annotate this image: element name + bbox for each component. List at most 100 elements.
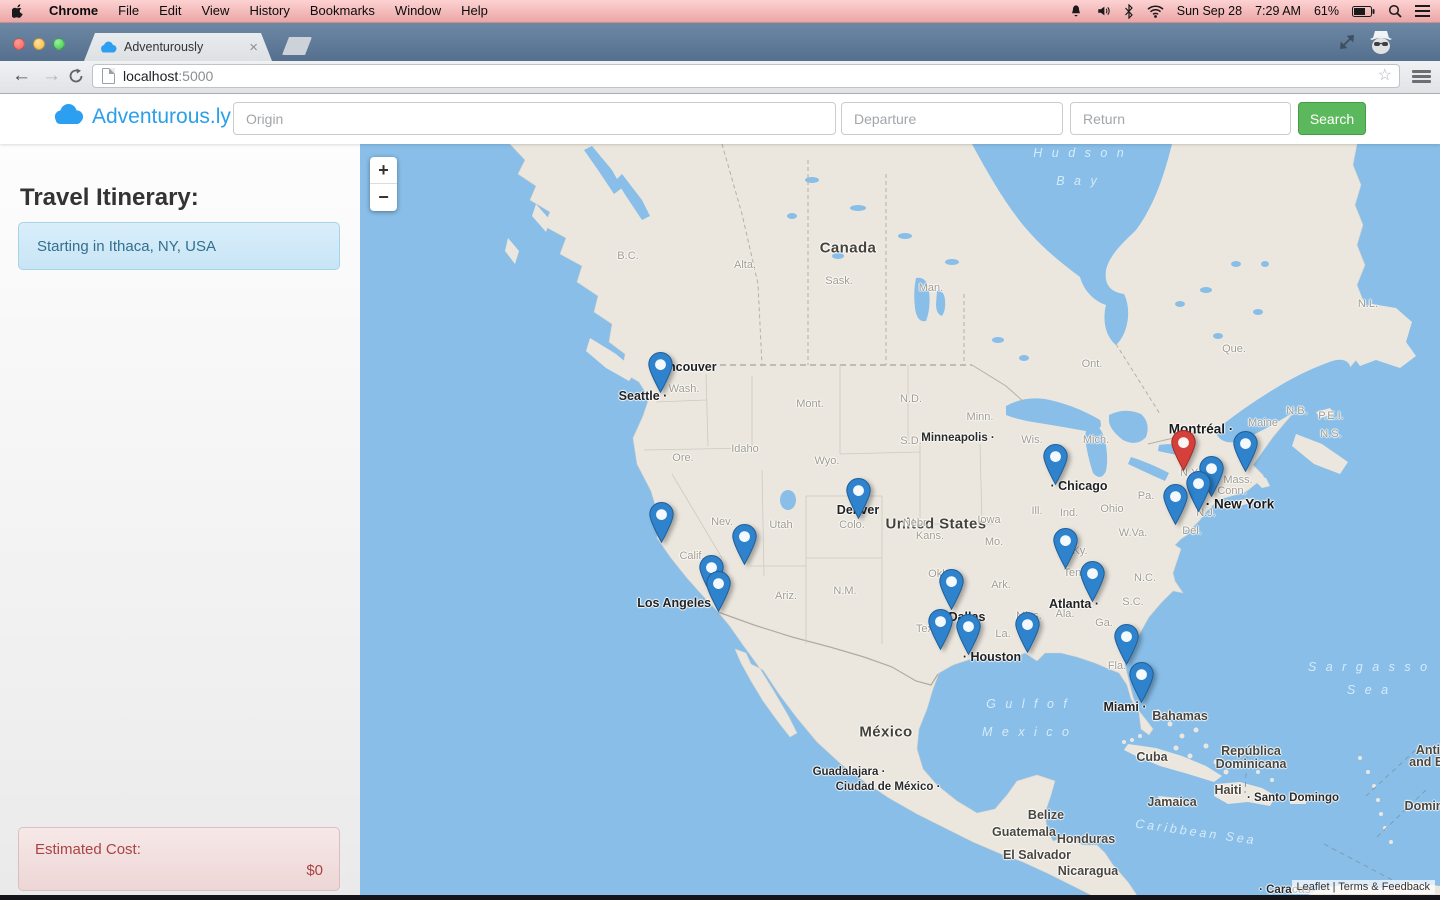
zoom-out-button[interactable]: − bbox=[370, 184, 397, 211]
back-button[interactable]: ← bbox=[12, 64, 31, 88]
map-label: Dominicana bbox=[1215, 757, 1287, 771]
map-label: Nebr. bbox=[902, 517, 930, 529]
map-marker[interactable] bbox=[1042, 443, 1068, 486]
new-tab-button[interactable] bbox=[282, 37, 312, 55]
map-marker[interactable] bbox=[1014, 611, 1040, 654]
map-label: Canada bbox=[819, 239, 877, 257]
departure-input[interactable] bbox=[841, 102, 1063, 135]
map-marker[interactable] bbox=[648, 501, 674, 544]
map-label: Mich. bbox=[1082, 434, 1110, 446]
map-marker[interactable] bbox=[1128, 661, 1154, 704]
apple-menu-icon[interactable] bbox=[12, 3, 25, 19]
map-marker-origin[interactable] bbox=[1170, 429, 1196, 472]
map-label: B.C. bbox=[617, 250, 639, 262]
notification-bell-icon[interactable] bbox=[1069, 4, 1083, 19]
map-label: G u l f o f bbox=[986, 697, 1070, 711]
map-label: N.D. bbox=[900, 393, 922, 405]
map-label: República bbox=[1221, 744, 1281, 758]
map-label: Cuba bbox=[1136, 750, 1168, 764]
map-label: N.C. bbox=[1134, 572, 1156, 584]
map-marker[interactable] bbox=[1162, 483, 1188, 526]
menubar-time[interactable]: 7:29 AM bbox=[1255, 4, 1301, 18]
map-label: Que. bbox=[1222, 343, 1246, 355]
map-label: Del. bbox=[1182, 525, 1202, 537]
wifi-icon[interactable] bbox=[1147, 4, 1164, 18]
bookmark-star-icon[interactable]: ☆ bbox=[1378, 68, 1392, 84]
map-label: W.Va. bbox=[1118, 527, 1148, 539]
window-close-button[interactable] bbox=[13, 38, 25, 50]
map-label: Haiti bbox=[1214, 783, 1242, 797]
map-marker[interactable] bbox=[1079, 560, 1105, 603]
menubar-item-window[interactable]: Window bbox=[385, 0, 451, 22]
forward-button[interactable]: → bbox=[42, 64, 61, 88]
brand[interactable]: Adventurous.ly bbox=[53, 104, 231, 130]
battery-icon[interactable] bbox=[1352, 5, 1375, 17]
map-label: Jamaica bbox=[1147, 795, 1197, 809]
map-label: Wash. bbox=[668, 383, 700, 395]
map-label: Guatemala bbox=[992, 825, 1056, 839]
map-label: P.E.I. bbox=[1318, 410, 1344, 422]
map-label: B a y bbox=[1056, 174, 1100, 188]
zoom-in-button[interactable]: + bbox=[370, 157, 397, 184]
chrome-menu-icon[interactable] bbox=[1412, 70, 1431, 83]
bluetooth-icon[interactable] bbox=[1124, 3, 1134, 19]
brand-cloud-icon bbox=[53, 104, 84, 130]
menubar-item-help[interactable]: Help bbox=[451, 0, 498, 22]
page-icon bbox=[102, 68, 115, 84]
tab-title: Adventurously bbox=[124, 40, 204, 54]
itinerary-sidebar: Travel Itinerary: Starting in Ithaca, NY… bbox=[0, 144, 360, 900]
map-label: Mo. bbox=[984, 536, 1004, 548]
map-label: Pa. bbox=[1137, 490, 1155, 502]
volume-icon[interactable] bbox=[1096, 4, 1111, 18]
estimated-cost-box: Estimated Cost: $0 bbox=[18, 827, 340, 891]
map-label: N.S. bbox=[1320, 428, 1342, 440]
map-label: Ind. bbox=[1059, 507, 1079, 519]
map-label: Man. bbox=[918, 282, 944, 294]
window-zoom-button[interactable] bbox=[53, 38, 65, 50]
estimated-cost-label: Estimated Cost: bbox=[35, 841, 141, 858]
map-label: Alta. bbox=[733, 259, 757, 271]
url-port: :5000 bbox=[178, 68, 214, 84]
map-marker[interactable] bbox=[938, 568, 964, 611]
fullscreen-arrows-icon[interactable] bbox=[1338, 33, 1356, 56]
window-minimize-button[interactable] bbox=[33, 38, 45, 50]
menubar-item-view[interactable]: View bbox=[191, 0, 239, 22]
search-button[interactable]: Search bbox=[1298, 102, 1366, 135]
map-marker[interactable] bbox=[1052, 527, 1078, 570]
menubar-date[interactable]: Sun Sep 28 bbox=[1177, 4, 1242, 18]
map-marker[interactable] bbox=[731, 523, 757, 566]
map-label: Minneapolis · bbox=[921, 432, 995, 444]
menubar-item-history[interactable]: History bbox=[239, 0, 299, 22]
reload-button[interactable] bbox=[68, 68, 84, 89]
itinerary-item[interactable]: Starting in Ithaca, NY, USA bbox=[18, 222, 340, 270]
omnibox[interactable]: localhost:5000 ☆ bbox=[92, 64, 1400, 88]
map-marker[interactable] bbox=[1113, 623, 1139, 666]
map-label: La. bbox=[995, 628, 1011, 640]
map-marker[interactable] bbox=[647, 351, 673, 394]
map-marker[interactable] bbox=[1185, 470, 1211, 513]
return-input[interactable] bbox=[1070, 102, 1291, 135]
map-marker[interactable] bbox=[955, 613, 981, 656]
origin-input[interactable] bbox=[233, 102, 836, 135]
tab-close-icon[interactable]: × bbox=[249, 40, 258, 55]
map-marker[interactable] bbox=[845, 477, 871, 520]
menubar-item-chrome[interactable]: Chrome bbox=[39, 0, 108, 22]
map-marker[interactable] bbox=[1232, 430, 1258, 473]
map-label: H u d s o n bbox=[1033, 146, 1127, 160]
map-label: Kans. bbox=[915, 530, 945, 542]
map-label: Wis. bbox=[1021, 434, 1043, 446]
notification-center-icon[interactable] bbox=[1415, 5, 1430, 17]
map-label: Ciudad de México · bbox=[835, 781, 941, 793]
map-marker[interactable] bbox=[927, 608, 953, 651]
menubar-item-file[interactable]: File bbox=[108, 0, 149, 22]
spotlight-icon[interactable] bbox=[1388, 4, 1402, 18]
menubar-item-edit[interactable]: Edit bbox=[149, 0, 191, 22]
map-attribution[interactable]: Leaflet | Terms & Feedback bbox=[1291, 880, 1435, 894]
map-canvas-overlay[interactable]: + − Leaflet | Terms & Feedback Canada Uni… bbox=[360, 144, 1440, 900]
map-label: Belize bbox=[1027, 808, 1065, 822]
map-marker[interactable] bbox=[705, 570, 731, 613]
browser-tab-adventurously[interactable]: Adventurously × bbox=[84, 33, 272, 61]
map-label: Ga. bbox=[1095, 617, 1113, 629]
map-label: Ark. bbox=[991, 579, 1011, 591]
menubar-item-bookmarks[interactable]: Bookmarks bbox=[300, 0, 385, 22]
